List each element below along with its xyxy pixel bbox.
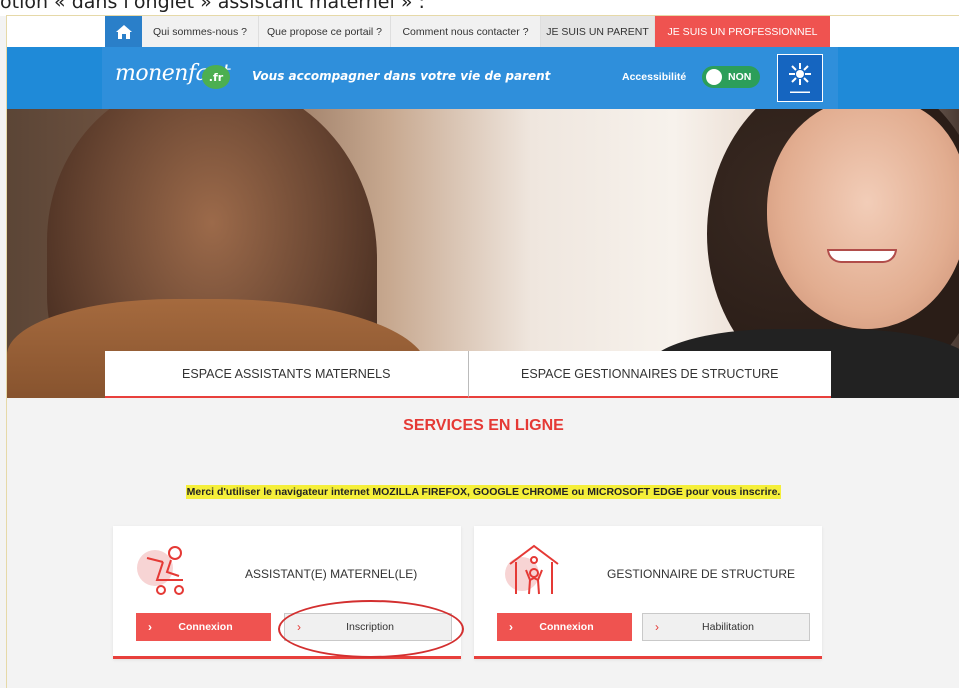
nav-que-propose[interactable]: Que propose ce portail ?: [259, 16, 391, 47]
home-button[interactable]: [105, 16, 142, 47]
accessibility-label: Accessibilité: [622, 71, 687, 83]
caf-logo-icon[interactable]: ▬▬▬▬: [777, 54, 823, 102]
nav-je-suis-parent[interactable]: JE SUIS UN PARENT: [541, 16, 655, 47]
home-icon: [115, 24, 132, 39]
assistant-connexion-label: Connexion: [178, 621, 233, 633]
services-title: SERVICES EN LIGNE: [403, 417, 564, 434]
gestionnaire-habilitation-label: Habilitation: [702, 621, 754, 633]
hero-woman-smile: [827, 249, 897, 263]
gestionnaire-connexion-label: Connexion: [539, 621, 594, 633]
logo-fr-badge: .fr: [202, 65, 230, 89]
gestionnaire-habilitation-button[interactable]: › Habilitation: [642, 613, 810, 641]
nav-comment-contacter[interactable]: Comment nous contacter ?: [391, 16, 541, 47]
nav-qui-sommes-nous[interactable]: Qui sommes-nous ?: [142, 16, 259, 47]
childcare-house-icon: [505, 544, 559, 595]
caption-text: otion « dans l'onglet » assistant matern…: [0, 0, 425, 13]
chevron-right-icon: ›: [148, 620, 152, 634]
chevron-right-icon: ›: [655, 620, 659, 634]
browser-notice-text: Merci d'utiliser le navigateur internet …: [185, 485, 782, 499]
card-gestionnaire-structure: GESTIONNAIRE DE STRUCTURE › Connexion › …: [474, 526, 822, 659]
caption-strip: otion « dans l'onglet » assistant matern…: [0, 0, 959, 16]
header-inner: monenfant .fr Vous accompagner dans votr…: [102, 47, 838, 109]
site-tagline: Vous accompagner dans votre vie de paren…: [252, 69, 551, 83]
nav-je-suis-professionnel[interactable]: JE SUIS UN PROFESSIONNEL: [655, 16, 830, 47]
caf-logo-caption: ▬▬▬▬: [790, 89, 810, 95]
top-nav: Qui sommes-nous ? Que propose ce portail…: [7, 16, 959, 47]
card-assistant-title: ASSISTANT(E) MATERNEL(LE): [245, 567, 418, 581]
site-header: monenfant .fr Vous accompagner dans votr…: [7, 47, 959, 109]
toggle-value: NON: [728, 71, 752, 83]
baby-stroller-icon: [137, 546, 184, 595]
tab-espace-gestionnaires[interactable]: ESPACE GESTIONNAIRES DE STRUCTURE: [467, 351, 831, 398]
espace-tabs: ESPACE ASSISTANTS MATERNELS ESPACE GESTI…: [105, 351, 831, 398]
tab-espace-assistants-maternels[interactable]: ESPACE ASSISTANTS MATERNELS: [105, 351, 468, 398]
gestionnaire-connexion-button[interactable]: › Connexion: [497, 613, 632, 641]
accessibility-toggle[interactable]: NON: [702, 66, 760, 88]
page-frame: Qui sommes-nous ? Que propose ce portail…: [6, 15, 959, 688]
assistant-connexion-button[interactable]: › Connexion: [136, 613, 271, 641]
toggle-knob: [706, 69, 722, 85]
card-gestionnaire-title: GESTIONNAIRE DE STRUCTURE: [607, 567, 796, 581]
browser-notice: Merci d'utiliser le navigateur internet …: [7, 482, 959, 500]
caf-emblem-icon: [789, 63, 811, 85]
chevron-right-icon: ›: [509, 620, 513, 634]
annotation-circle: [278, 600, 464, 658]
